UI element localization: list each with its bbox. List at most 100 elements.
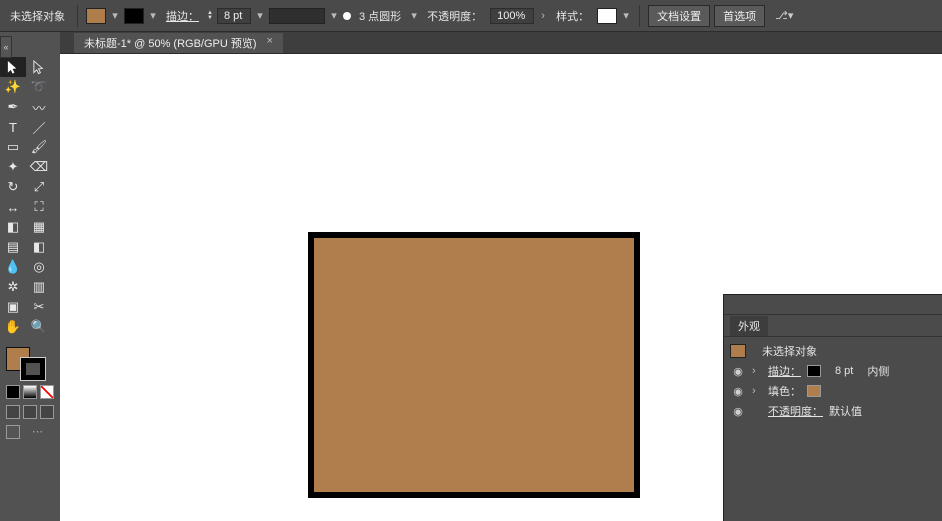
fill-mini-swatch[interactable]: [807, 385, 821, 397]
shaper-tool[interactable]: ✦: [0, 157, 26, 177]
selection-tool[interactable]: [0, 57, 26, 77]
doc-tab-close-icon[interactable]: ×: [267, 35, 273, 51]
color-mode-row: [6, 385, 54, 399]
stroke-swatch[interactable]: [124, 8, 144, 24]
panel-tab-row: 外观 ≡: [724, 315, 942, 337]
object-thumb-icon: [730, 344, 746, 358]
shape-builder-tool[interactable]: ◧: [0, 217, 26, 237]
visibility-eye-icon[interactable]: ◉: [730, 405, 746, 418]
draw-inside[interactable]: [40, 405, 54, 419]
lasso-tool[interactable]: ➰: [26, 77, 52, 97]
doc-tab[interactable]: 未标题-1* @ 50% (RGB/GPU 预览) ×: [74, 33, 283, 53]
slice-tool[interactable]: ✂: [26, 297, 52, 317]
opacity-label: 不透明度：: [427, 8, 482, 24]
paintbrush-tool[interactable]: 🖌: [26, 137, 52, 157]
appearance-stroke-row[interactable]: ◉ › 描边： 8 pt 内侧: [724, 361, 942, 381]
opacity-row-label: 不透明度：: [768, 403, 823, 419]
main-row: « ✨ ➰ ✒ 〰 T ／ ▭ 🖌 ✦ ⌫ ↻ ⤢ ↔ ⛶ ◧ ▦ ▤ ◧ 💧 …: [0, 32, 942, 521]
style-swatch[interactable]: [597, 8, 617, 24]
canvas[interactable]: « ✕ 外观 ≡ 未选择对象 ◉ › 描边：: [60, 54, 942, 521]
appearance-panel[interactable]: « ✕ 外观 ≡ 未选择对象 ◉ › 描边：: [723, 294, 942, 521]
screen-mode-row: [6, 425, 20, 439]
column-graph-tool[interactable]: ▥: [26, 277, 52, 297]
eyedropper-tool[interactable]: 💧: [0, 257, 26, 277]
collapse-left-flag[interactable]: «: [0, 36, 12, 58]
opacity-caret-icon[interactable]: ›: [538, 10, 548, 22]
scale-tool[interactable]: ⤢: [26, 177, 52, 197]
blend-tool[interactable]: ◎: [26, 257, 52, 277]
stroke-row-weight: 8 pt: [835, 365, 853, 377]
color-mode-none[interactable]: [40, 385, 54, 399]
stroke-mini-swatch[interactable]: [807, 365, 821, 377]
eraser-tool[interactable]: ⌫: [26, 157, 52, 177]
stroke-row-label: 描边：: [768, 363, 801, 379]
style-label: 样式：: [556, 8, 589, 24]
artboard-tool[interactable]: ▣: [0, 297, 26, 317]
screen-mode[interactable]: [6, 425, 20, 439]
opacity-value[interactable]: 100%: [490, 8, 534, 24]
stroke-row-side: 内侧: [867, 363, 889, 379]
hand-tool[interactable]: ✋: [0, 317, 26, 337]
type-tool[interactable]: T: [0, 117, 26, 137]
pen-tool[interactable]: ✒: [0, 97, 26, 117]
toolbox: ✨ ➰ ✒ 〰 T ／ ▭ 🖌 ✦ ⌫ ↻ ⤢ ↔ ⛶ ◧ ▦ ▤ ◧ 💧 ◎ …: [0, 32, 60, 521]
stroke-dropdown-icon[interactable]: ▾: [148, 9, 158, 22]
divider: [639, 5, 640, 27]
appearance-tab[interactable]: 外观: [730, 316, 768, 336]
perspective-grid-tool[interactable]: ▦: [26, 217, 52, 237]
zoom-tool[interactable]: 🔍: [26, 317, 52, 337]
stroke-weight-label: 描边：: [166, 8, 199, 24]
visibility-eye-icon[interactable]: ◉: [730, 365, 746, 378]
divider: [77, 5, 78, 27]
fill-dropdown-icon[interactable]: ▾: [110, 9, 120, 22]
draw-normal[interactable]: [6, 405, 20, 419]
variable-width-profile[interactable]: [269, 8, 325, 24]
stroke-weight-stepper[interactable]: ▲▼: [207, 11, 213, 21]
width-tool[interactable]: ↔: [0, 197, 26, 217]
fill-row-label: 填色：: [768, 383, 801, 399]
style-dropdown-icon[interactable]: ▾: [621, 9, 631, 22]
selection-status: 未选择对象: [10, 8, 65, 24]
doc-tab-bar: 未标题-1* @ 50% (RGB/GPU 预览) ×: [60, 32, 942, 54]
curvature-tool[interactable]: 〰: [26, 97, 52, 117]
visibility-eye-icon[interactable]: ◉: [730, 385, 746, 398]
direct-selection-tool[interactable]: [26, 57, 52, 77]
rectangle-tool[interactable]: ▭: [0, 137, 26, 157]
stroke-weight-dropdown-icon[interactable]: ▾: [255, 9, 265, 22]
fill-stroke-control[interactable]: [6, 347, 46, 381]
edit-toolbar-icon[interactable]: ⋯: [32, 425, 43, 439]
brush-definition[interactable]: 3 点圆形: [359, 8, 401, 24]
stroke-weight-value[interactable]: 8 pt: [217, 8, 251, 24]
doc-tab-title: 未标题-1* @ 50% (RGB/GPU 预览): [84, 35, 257, 51]
opacity-row-value: 默认值: [829, 403, 862, 419]
gradient-tool[interactable]: ◧: [26, 237, 52, 257]
brush-dropdown-icon[interactable]: ▾: [409, 9, 419, 22]
workspace: 未标题-1* @ 50% (RGB/GPU 预览) × « ✕ 外观 ≡: [60, 32, 942, 521]
rotate-tool[interactable]: ↻: [0, 177, 26, 197]
appearance-list: 未选择对象 ◉ › 描边： 8 pt 内侧 ◉ › 填色：: [724, 337, 942, 521]
draw-behind[interactable]: [23, 405, 37, 419]
stroke-color-box[interactable]: [20, 357, 46, 381]
control-bar: 未选择对象 ▾ ▾ 描边： ▲▼ 8 pt ▾ ▾ 3 点圆形 ▾ 不透明度： …: [0, 0, 942, 32]
expand-chevron-icon[interactable]: ›: [752, 365, 762, 377]
artboard-rectangle[interactable]: [308, 232, 640, 498]
object-label: 未选择对象: [762, 343, 817, 359]
variable-width-dropdown-icon[interactable]: ▾: [329, 9, 339, 22]
color-mode-solid[interactable]: [6, 385, 20, 399]
fill-swatch[interactable]: [86, 8, 106, 24]
appearance-fill-row[interactable]: ◉ › 填色：: [724, 381, 942, 401]
free-transform-tool[interactable]: ⛶: [26, 197, 52, 217]
expand-chevron-icon[interactable]: ›: [752, 385, 762, 397]
appearance-object-row[interactable]: 未选择对象: [724, 341, 942, 361]
mesh-tool[interactable]: ▤: [0, 237, 26, 257]
symbol-sprayer-tool[interactable]: ✲: [0, 277, 26, 297]
panel-titlebar[interactable]: « ✕: [724, 295, 942, 315]
appearance-opacity-row[interactable]: ◉ › 不透明度： 默认值: [724, 401, 942, 421]
magic-wand-tool[interactable]: ✨: [0, 77, 26, 97]
color-mode-gradient[interactable]: [23, 385, 37, 399]
line-segment-tool[interactable]: ／: [26, 117, 52, 137]
brush-dot-icon: [343, 12, 351, 20]
document-setup-button[interactable]: 文档设置: [648, 5, 710, 27]
align-flyout-icon[interactable]: ⎇▾: [775, 9, 793, 22]
preferences-button[interactable]: 首选项: [714, 5, 765, 27]
